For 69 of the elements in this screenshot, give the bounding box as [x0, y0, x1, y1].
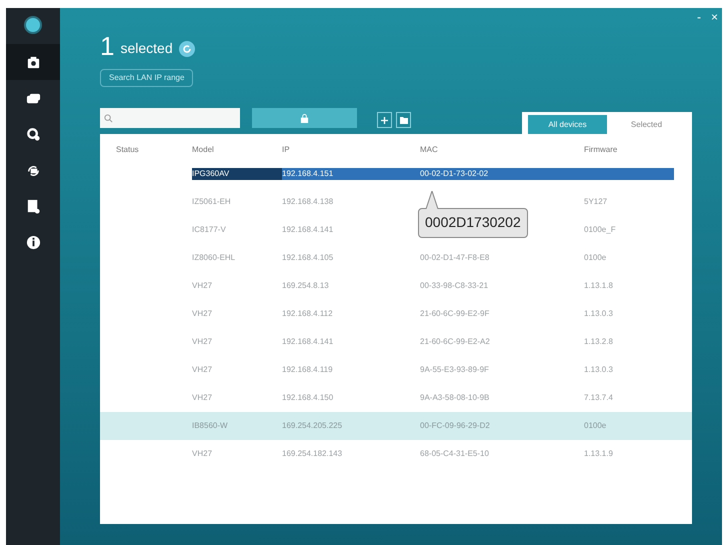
table-cell-text: IZ5061-EH — [192, 196, 232, 208]
table-cell-text: 7.13.7.4 — [584, 392, 614, 404]
folder-button[interactable] — [396, 112, 411, 128]
search-field[interactable] — [100, 108, 240, 128]
table-cell-text: 192.168.4.112 — [282, 308, 334, 320]
column-header[interactable]: Status — [100, 144, 192, 156]
logo-icon — [24, 16, 42, 34]
table-cell-text: 00-02-D1-73-02-02 — [420, 168, 490, 180]
table-cell-text: VH27 — [192, 336, 214, 348]
table-cell-text: 169.254.8.13 — [282, 280, 330, 292]
table-cell-text: 169.254.182.143 — [282, 448, 344, 460]
tab[interactable]: Selected — [607, 115, 686, 134]
lock-icon — [300, 114, 309, 122]
table-cell-text: IB8560-W — [192, 420, 229, 432]
table-cell-text: 192.168.4.138 — [282, 196, 334, 208]
table-cell-text: 1.13.2.8 — [584, 336, 614, 348]
tooltip-text: 0002D1730202 — [425, 214, 521, 230]
table-cell-text: 5Y127 — [584, 196, 608, 208]
table-cell-text: 169.254.205.225 — [282, 420, 344, 432]
sidebar-item[interactable] — [6, 44, 60, 80]
table-cell-text: 0100e — [584, 420, 608, 432]
table-cell-text: 1.13.0.3 — [584, 308, 614, 320]
table-cell-text: VH27 — [192, 364, 214, 376]
table-cell-text: 192.168.4.141 — [282, 224, 334, 236]
selected-label: selected — [120, 39, 173, 58]
column-header[interactable]: Model — [192, 144, 282, 156]
info-icon — [26, 234, 40, 250]
table-cell-text: 192.168.4.105 — [282, 252, 334, 264]
clipboard-icon — [26, 198, 40, 214]
folder-icon — [400, 116, 408, 124]
table-cell-text: 1.13.1.9 — [584, 448, 614, 460]
table-cell-text: VH27 — [192, 308, 214, 320]
table-cell-text: 00-33-98-C8-33-21 — [420, 280, 490, 292]
table-cell-text: 00-FC-09-96-29-D2 — [420, 420, 491, 432]
table-cell-text: 68-05-C4-31-E5-10 — [420, 448, 490, 460]
table-cell-text: 0100e_F — [584, 224, 617, 236]
table-cell-text: 9A-A3-58-08-10-9B — [420, 392, 490, 404]
refresh-icon[interactable] — [178, 40, 195, 56]
selected-row[interactable]: IPG360AV 192.168.4.151 00-02-D1-73-02-02 — [192, 168, 674, 180]
plus-icon — [381, 116, 388, 124]
table-cell-text: IC8177-V — [192, 224, 227, 236]
column-header[interactable]: MAC — [420, 144, 584, 156]
tab[interactable]: All devices — [528, 115, 607, 134]
table-cell-text: 21-60-6C-99-E2-9F — [420, 308, 490, 320]
column-header[interactable]: Firmware — [584, 144, 674, 156]
add-button[interactable] — [377, 112, 392, 128]
selected-count: 1 — [100, 32, 114, 58]
search-range-button[interactable]: Search LAN IP range — [100, 69, 194, 87]
table-cell-text: 192.168.4.150 — [282, 392, 334, 404]
close-button[interactable]: × — [710, 8, 718, 26]
table-cell-text: 192.168.4.141 — [282, 336, 334, 348]
table-cell-text: 0100e — [584, 252, 608, 264]
table-cell-text: 192.168.4.119 — [282, 364, 334, 376]
camera-icon — [26, 54, 40, 70]
table-cell-text: 192.168.4.151 — [282, 168, 334, 180]
table-cell-text: IZ8060-EHL — [192, 252, 236, 264]
table-cell-text: VH27 — [192, 448, 214, 460]
search-icon — [104, 114, 113, 122]
table-cell-text: 21-60-6C-99-E2-A2 — [420, 336, 491, 348]
table-cell-text: VH27 — [192, 392, 214, 404]
table-cell-text: 9A-55-E3-93-89-9F — [420, 364, 490, 376]
table-cell-text: 00-02-D1-47-F8-E8 — [420, 252, 490, 264]
table-cell-text: 1.13.1.8 — [584, 280, 614, 292]
column-header[interactable]: IP — [282, 144, 420, 156]
highlighted-row[interactable]: IB8560-W 169.254.205.225 00-FC-09-96-29-D2 0100e — [100, 412, 692, 440]
table-cell: IPG360AV — [192, 168, 282, 180]
table-cell-text: 1.13.0.3 — [584, 364, 614, 376]
minimize-button[interactable]: - — [696, 8, 701, 26]
table-cell-text: VH27 — [192, 280, 214, 292]
